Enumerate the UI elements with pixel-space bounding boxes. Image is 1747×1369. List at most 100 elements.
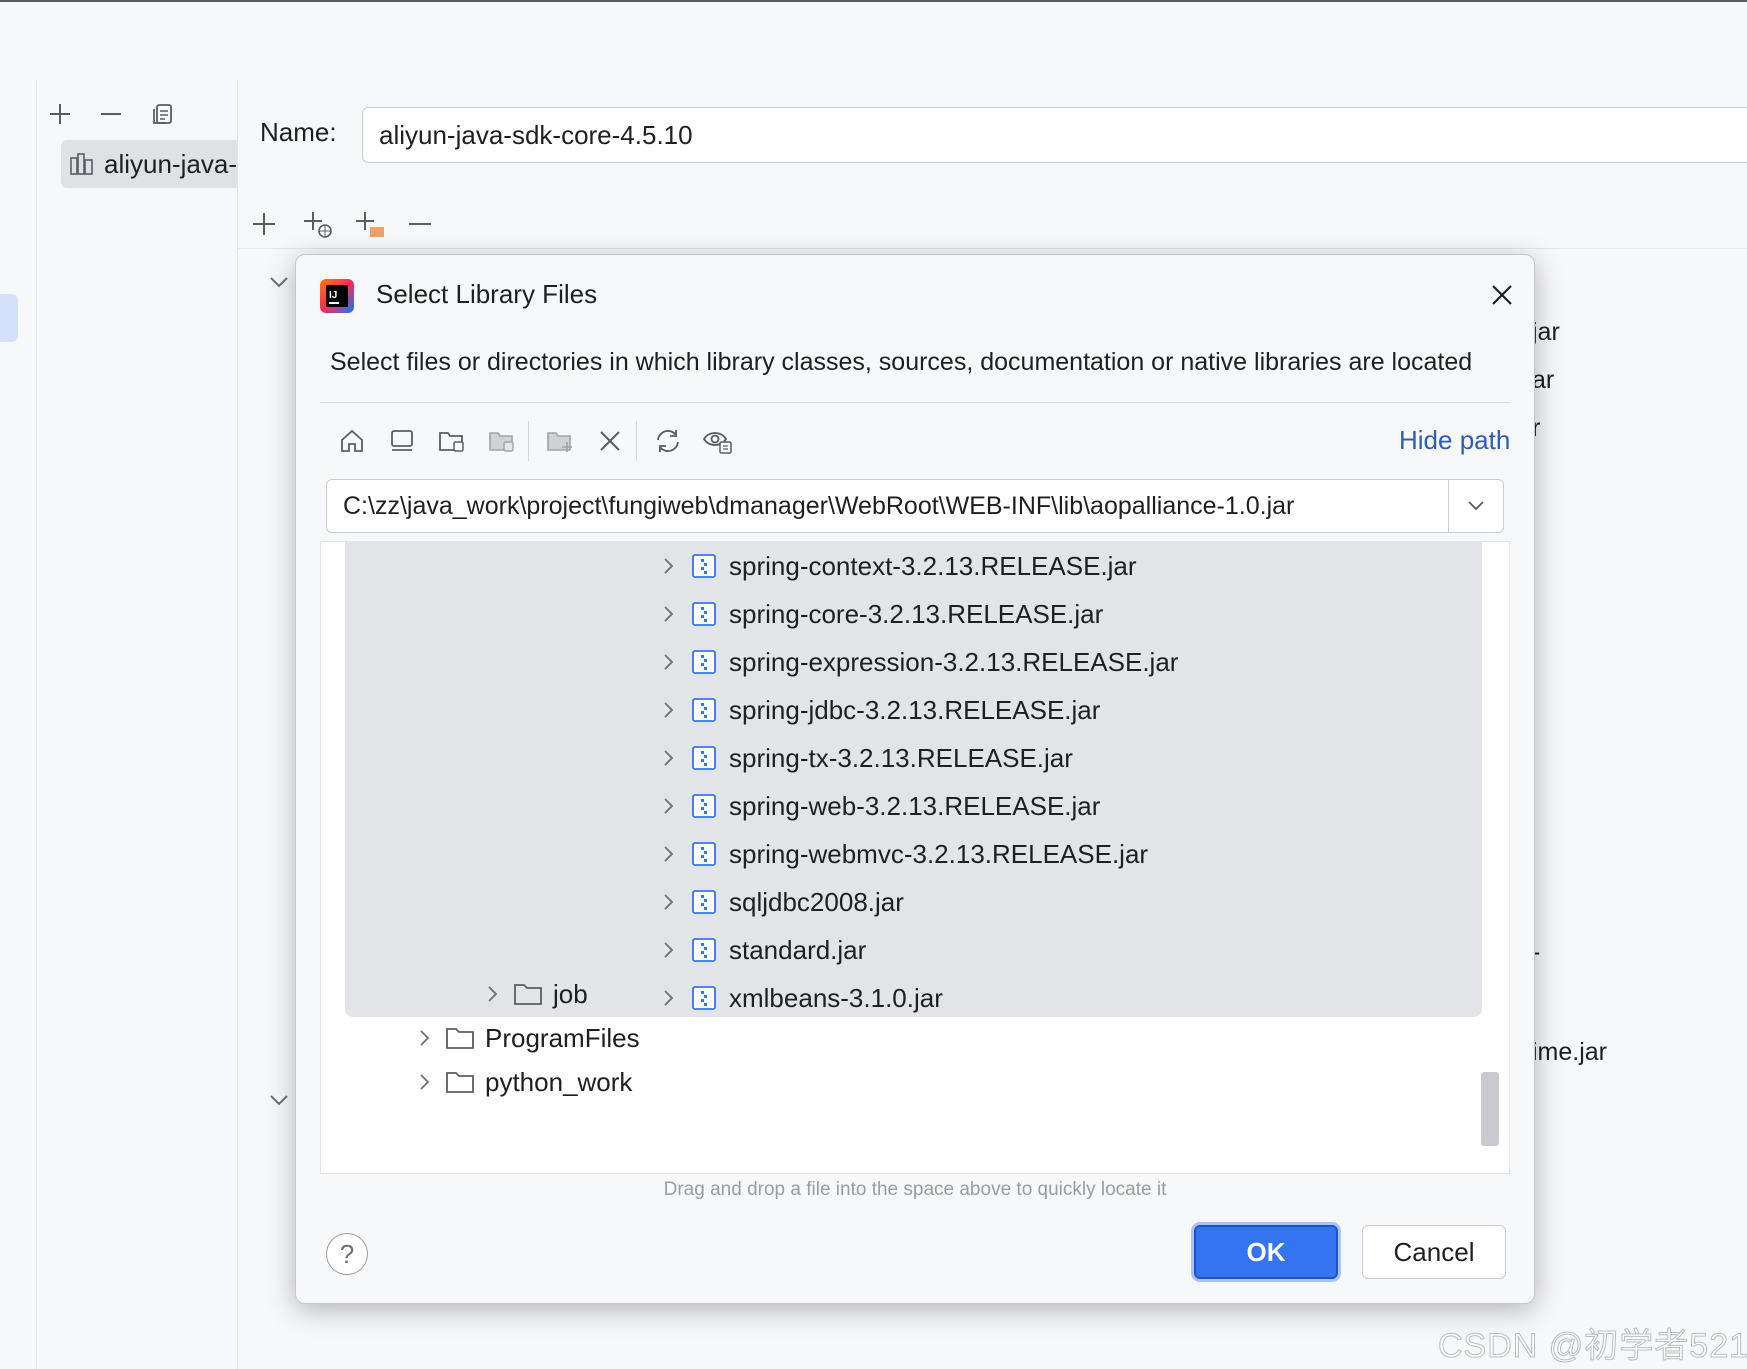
jar-file-icon bbox=[687, 649, 721, 675]
chevron-right-icon[interactable] bbox=[651, 797, 687, 815]
refresh-button[interactable] bbox=[646, 419, 690, 463]
csdn-watermark: CSDN @初学者5213 bbox=[1438, 1327, 1747, 1366]
chevron-right-icon[interactable] bbox=[407, 1073, 443, 1091]
tree-jar-row[interactable]: spring-expression-3.2.13.RELEASE.jar bbox=[651, 638, 1178, 686]
jar-file-icon bbox=[687, 697, 721, 723]
tree-jar-label: spring-web-3.2.13.RELEASE.jar bbox=[729, 790, 1101, 821]
tree-jar-label: spring-core-3.2.13.RELEASE.jar bbox=[729, 598, 1104, 629]
name-input[interactable]: aliyun-java-sdk-core-4.5.10 bbox=[362, 107, 1747, 163]
tree-folder-label: python_work bbox=[485, 1066, 633, 1097]
folder-icon bbox=[511, 982, 545, 1006]
tree-folder-row[interactable]: ProgramFiles bbox=[407, 1014, 640, 1062]
chevron-right-icon[interactable] bbox=[651, 653, 687, 671]
module-folder-icon bbox=[489, 432, 514, 452]
cancel-button[interactable]: Cancel bbox=[1362, 1225, 1506, 1279]
jar-file-icon bbox=[687, 601, 721, 627]
add-icon bbox=[50, 104, 70, 124]
folder-icon bbox=[443, 1070, 477, 1094]
description-divider bbox=[320, 402, 1510, 403]
close-button[interactable] bbox=[1484, 277, 1520, 313]
chevron-right-icon[interactable] bbox=[651, 749, 687, 767]
tree-jar-label: spring-webmvc-3.2.13.RELEASE.jar bbox=[729, 838, 1149, 869]
add-root-button[interactable] bbox=[246, 206, 282, 242]
library-item-label: aliyun-java- bbox=[104, 148, 237, 179]
desktop-button[interactable] bbox=[380, 419, 424, 463]
tree-jar-row[interactable]: spring-core-3.2.13.RELEASE.jar bbox=[651, 590, 1103, 638]
path-combobox[interactable]: C:\zz\java_work\project\fungiweb\dmanage… bbox=[326, 479, 1504, 533]
copy-library-button[interactable] bbox=[145, 96, 181, 132]
chevron-right-icon[interactable] bbox=[407, 1029, 443, 1047]
library-list-item[interactable]: aliyun-java- bbox=[61, 140, 237, 188]
tree-jar-row[interactable]: spring-jdbc-3.2.13.RELEASE.jar bbox=[651, 686, 1100, 734]
ok-button[interactable]: OK bbox=[1194, 1225, 1338, 1279]
chevron-right-icon[interactable] bbox=[651, 557, 687, 575]
chevron-down-icon[interactable] bbox=[269, 1090, 289, 1113]
path-input[interactable]: C:\zz\java_work\project\fungiweb\dmanage… bbox=[343, 480, 1294, 532]
eye-icon bbox=[702, 432, 732, 454]
tree-jar-row[interactable]: spring-context-3.2.13.RELEASE.jar bbox=[651, 542, 1137, 590]
chevron-down-icon[interactable] bbox=[269, 272, 289, 295]
tree-jar-label: xmlbeans-3.1.0.jar bbox=[729, 982, 943, 1013]
close-icon bbox=[1492, 285, 1512, 305]
jar-file-icon bbox=[687, 841, 721, 867]
desktop-icon bbox=[391, 430, 413, 451]
background-root-text: ime.jar bbox=[1532, 1038, 1608, 1066]
dialog-description: Select files or directories in which lib… bbox=[330, 348, 1473, 376]
tree-jar-label: spring-context-3.2.13.RELEASE.jar bbox=[729, 550, 1137, 581]
jar-file-icon bbox=[687, 553, 721, 579]
chevron-right-icon[interactable] bbox=[651, 941, 687, 959]
path-history-dropdown[interactable] bbox=[1448, 480, 1503, 532]
background-root-text: ar bbox=[1532, 366, 1555, 394]
tree-folder-row[interactable]: python_work bbox=[407, 1058, 632, 1106]
svg-text:IJ: IJ bbox=[329, 290, 337, 301]
remove-root-button[interactable] bbox=[402, 206, 438, 242]
select-library-files-dialog: IJ Select Library Files Select files or … bbox=[295, 254, 1535, 1304]
toolbar-separator bbox=[636, 421, 637, 461]
chevron-right-icon[interactable] bbox=[475, 985, 511, 1003]
tree-jar-label: spring-expression-3.2.13.RELEASE.jar bbox=[729, 646, 1179, 677]
tree-folder-row[interactable]: job bbox=[475, 970, 588, 1018]
hide-path-link[interactable]: Hide path bbox=[1399, 425, 1510, 456]
show-hidden-button[interactable] bbox=[696, 419, 740, 463]
module-folder-button[interactable] bbox=[480, 419, 524, 463]
remove-icon bbox=[101, 113, 121, 115]
tree-jar-row[interactable]: spring-tx-3.2.13.RELEASE.jar bbox=[651, 734, 1073, 782]
new-folder-button[interactable] bbox=[538, 419, 582, 463]
add-library-button[interactable] bbox=[42, 96, 78, 132]
home-icon bbox=[341, 429, 363, 452]
library-list-panel: aliyun-java- bbox=[37, 80, 238, 1369]
chevron-right-icon[interactable] bbox=[651, 989, 687, 1007]
jar-file-icon bbox=[687, 793, 721, 819]
name-label: Name: bbox=[260, 117, 337, 147]
background-root-text: jar bbox=[1532, 318, 1560, 346]
chevron-right-icon[interactable] bbox=[651, 893, 687, 911]
project-folder-button[interactable] bbox=[430, 419, 474, 463]
tree-jar-label: spring-tx-3.2.13.RELEASE.jar bbox=[729, 742, 1073, 773]
chevron-right-icon[interactable] bbox=[651, 605, 687, 623]
tree-jar-row[interactable]: spring-web-3.2.13.RELEASE.jar bbox=[651, 782, 1100, 830]
home-button[interactable] bbox=[330, 419, 374, 463]
chevron-right-icon[interactable] bbox=[651, 701, 687, 719]
copy-icon bbox=[153, 104, 172, 124]
dialog-title: Select Library Files bbox=[376, 279, 598, 309]
file-tree[interactable]: spring-context-3.2.13.RELEASE.jar spring-… bbox=[320, 541, 1510, 1174]
help-button[interactable]: ? bbox=[326, 1233, 368, 1275]
settings-sidebar-strip bbox=[0, 80, 37, 1369]
tree-jar-row[interactable]: spring-webmvc-3.2.13.RELEASE.jar bbox=[651, 830, 1148, 878]
add-remote-root-button[interactable] bbox=[300, 206, 336, 242]
project-folder-icon bbox=[439, 432, 464, 452]
tree-scrollbar[interactable] bbox=[1481, 1072, 1499, 1146]
intellij-logo-icon: IJ bbox=[320, 279, 354, 313]
add-folder-icon bbox=[356, 212, 384, 237]
tree-folder-label: job bbox=[553, 978, 588, 1009]
tree-jar-row[interactable]: xmlbeans-3.1.0.jar bbox=[651, 974, 943, 1022]
tree-folder-label: ProgramFiles bbox=[485, 1022, 640, 1053]
tree-jar-row[interactable]: standard.jar bbox=[651, 926, 866, 974]
remove-library-button[interactable] bbox=[93, 96, 129, 132]
pane-divider bbox=[238, 248, 1747, 249]
drag-drop-hint: Drag and drop a file into the space abov… bbox=[663, 1179, 1167, 1200]
delete-button[interactable] bbox=[588, 419, 632, 463]
add-folder-root-button[interactable] bbox=[352, 206, 388, 242]
chevron-right-icon[interactable] bbox=[651, 845, 687, 863]
tree-jar-row[interactable]: sqljdbc2008.jar bbox=[651, 878, 904, 926]
